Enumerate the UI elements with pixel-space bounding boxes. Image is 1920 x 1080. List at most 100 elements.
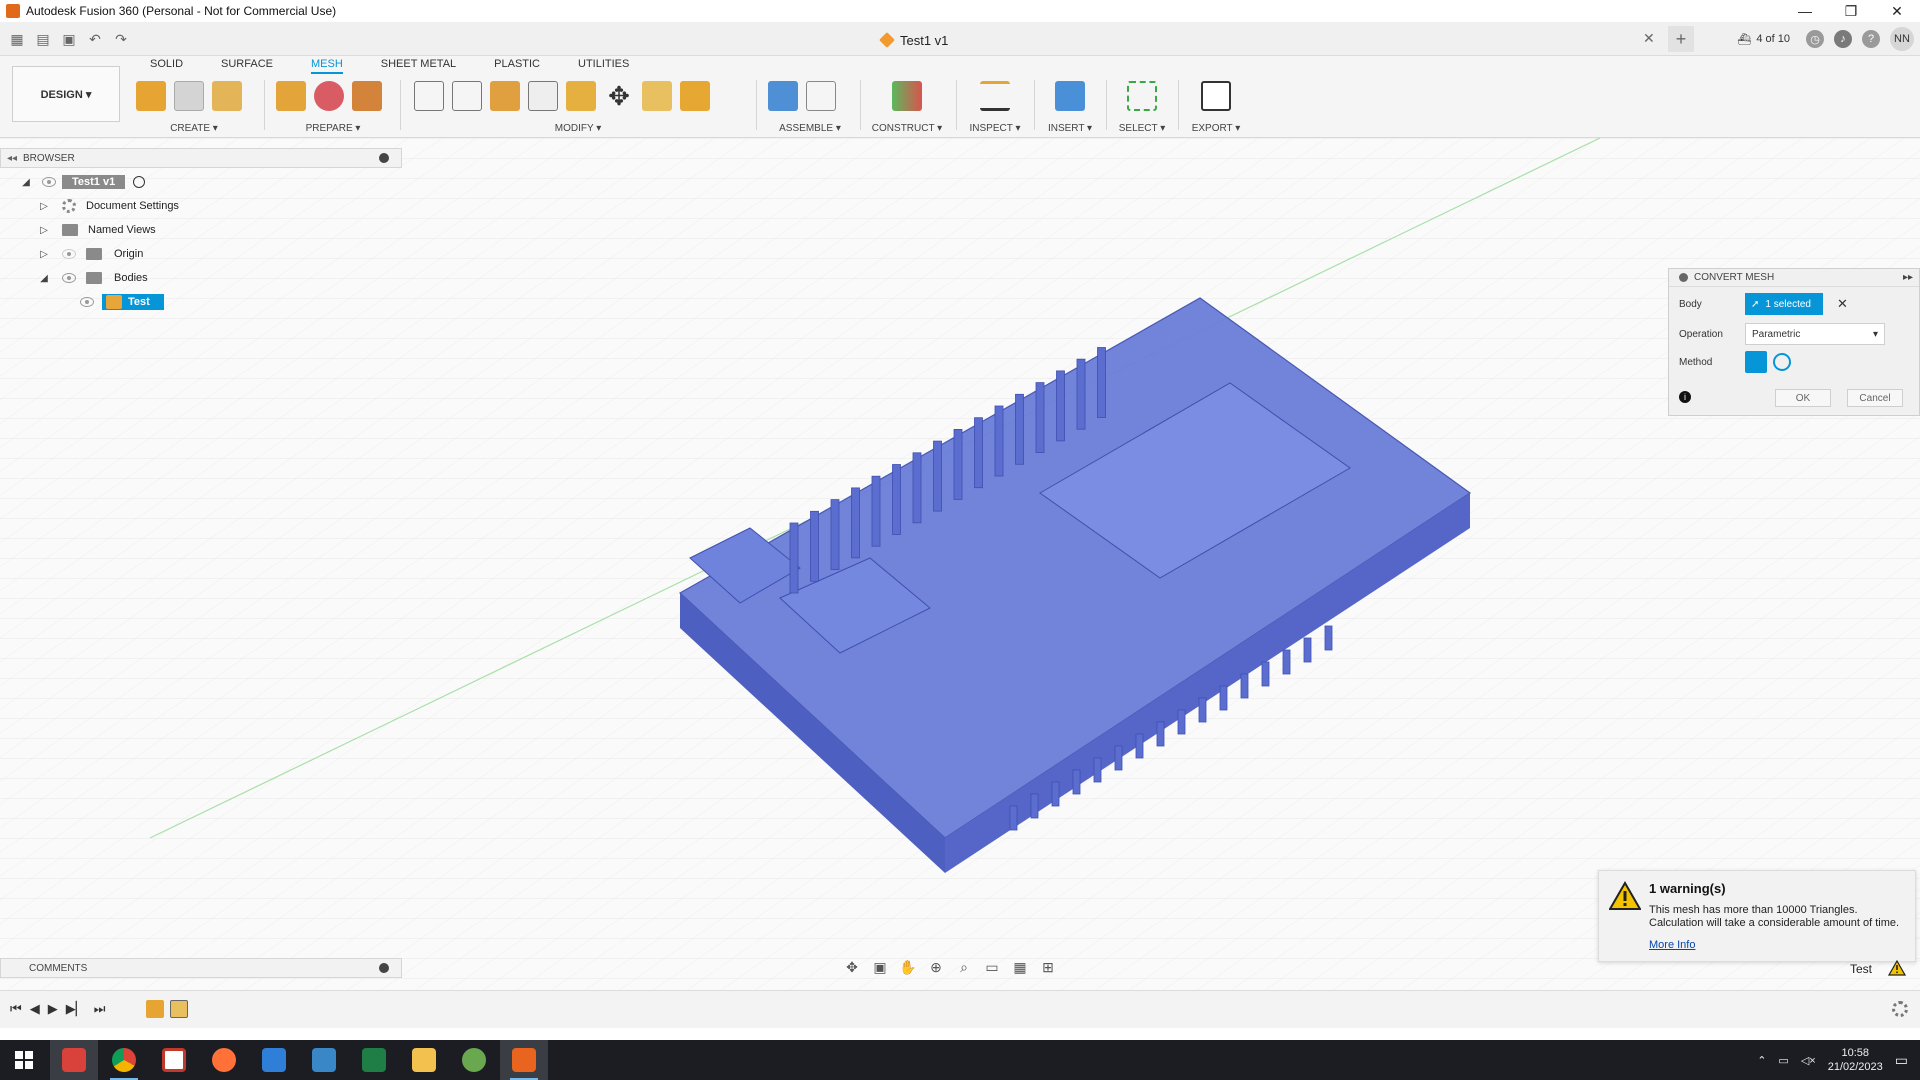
pan-hand-icon[interactable]: ✋ [898, 958, 918, 976]
move-copy-icon[interactable]: ✥ [604, 81, 634, 111]
workspace-switcher-button[interactable]: DESIGN ▾ [12, 66, 120, 122]
tab-sheet-metal[interactable]: SHEET METAL [381, 58, 456, 74]
pin-icon[interactable] [379, 153, 389, 163]
cancel-button[interactable]: Cancel [1847, 389, 1903, 407]
scale-icon[interactable] [642, 81, 672, 111]
help-icon[interactable]: ? [1862, 30, 1880, 48]
tray-chevron-up-icon[interactable]: ⌃ [1757, 1054, 1766, 1067]
clock-icon[interactable]: ◷ [1806, 30, 1824, 48]
expand-triangle-icon[interactable]: ▷ [38, 224, 50, 236]
tree-item-bodies[interactable]: ◢ Bodies [38, 268, 148, 288]
insert-menu[interactable]: INSERT ▾ [1042, 123, 1098, 134]
erase-and-fill-icon[interactable] [452, 81, 482, 111]
taskbar-outlook-icon[interactable] [250, 1040, 298, 1080]
timeline-play-icon[interactable]: ▶ [48, 1001, 58, 1017]
document-tab-close-icon[interactable]: ✕ [1643, 30, 1655, 47]
system-clock[interactable]: 10:58 21/02/2023 [1828, 1046, 1883, 1074]
timeline-first-icon[interactable]: ⏮ [10, 1001, 22, 1017]
tree-item-origin[interactable]: ▷ Origin [38, 244, 143, 264]
tessellate-icon[interactable] [212, 81, 242, 111]
tree-item-document-settings[interactable]: ▷ Document Settings [38, 196, 179, 216]
insert-mesh-icon[interactable] [136, 81, 166, 111]
collapse-triangle-icon[interactable]: ◢ [20, 176, 32, 188]
taskbar-file-explorer-icon[interactable] [400, 1040, 448, 1080]
expand-triangle-icon[interactable]: ▷ [38, 248, 50, 260]
file-menu-icon[interactable]: ▤ [32, 28, 54, 50]
visibility-eye-icon[interactable] [42, 177, 56, 187]
viewports-icon[interactable]: ⊞ [1038, 958, 1058, 976]
inspect-menu[interactable]: INSPECT ▾ [964, 123, 1026, 134]
joint-icon[interactable] [806, 81, 836, 111]
repair-icon[interactable] [276, 81, 306, 111]
prepare-menu[interactable]: PREPARE ▾ [276, 123, 390, 134]
network-icon[interactable]: ▭ [1778, 1054, 1788, 1067]
hidden-eye-icon[interactable] [62, 249, 76, 259]
combine-face-groups-icon[interactable] [352, 81, 382, 111]
tree-item-named-views[interactable]: ▷ Named Views [38, 220, 156, 240]
save-icon[interactable]: ▣ [58, 28, 80, 50]
close-button[interactable]: ✕ [1874, 0, 1920, 22]
shell-icon[interactable] [528, 81, 558, 111]
taskbar-firefox-icon[interactable] [200, 1040, 248, 1080]
grid-settings-icon[interactable]: ▦ [1010, 958, 1030, 976]
taskbar-calculator-icon[interactable] [300, 1040, 348, 1080]
zoom-icon[interactable]: ⊕ [926, 958, 946, 976]
3d-print-icon[interactable] [1201, 81, 1231, 111]
timeline-settings-gear-icon[interactable] [1892, 1001, 1908, 1017]
data-panel-grid-icon[interactable]: ▦ [6, 28, 28, 50]
3d-viewport[interactable]: Z X [0, 138, 1920, 990]
visibility-eye-icon[interactable] [62, 273, 76, 283]
operation-dropdown[interactable]: Parametric ▾ [1745, 323, 1885, 345]
timeline-next-icon[interactable]: ▶▏ [66, 1001, 86, 1017]
timeline-prev-icon[interactable]: ◀ [30, 1001, 40, 1017]
export-menu[interactable]: EXPORT ▾ [1186, 123, 1246, 134]
modify-menu[interactable]: MODIFY ▾ [414, 123, 742, 134]
expand-triangle-icon[interactable]: ▷ [38, 200, 50, 212]
select-window-icon[interactable] [1127, 81, 1157, 111]
display-settings-icon[interactable]: ▭ [982, 958, 1002, 976]
ok-button[interactable]: OK [1775, 389, 1831, 407]
info-icon[interactable]: i [1679, 391, 1691, 403]
plane-cut-icon[interactable] [414, 81, 444, 111]
taskbar-pdf-reader-icon[interactable] [150, 1040, 198, 1080]
offset-plane-icon[interactable] [892, 81, 922, 111]
orbit-icon[interactable]: ✥ [842, 958, 862, 976]
insert-canvas-icon[interactable] [1055, 81, 1085, 111]
add-comment-icon[interactable] [379, 963, 389, 973]
collapse-triangle-icon[interactable]: ◢ [38, 272, 50, 284]
taskbar-excel-icon[interactable] [350, 1040, 398, 1080]
comments-panel-header[interactable]: COMMENTS [0, 958, 402, 978]
method-prismatic-button[interactable] [1773, 353, 1791, 371]
assemble-menu[interactable]: ASSEMBLE ▾ [768, 123, 852, 134]
notifications-bell-icon[interactable]: ♪ [1834, 30, 1852, 48]
undo-icon[interactable]: ↶ [84, 28, 106, 50]
action-center-icon[interactable]: ▭ [1895, 1052, 1908, 1069]
expand-dialog-icon[interactable]: ▸▸ [1903, 272, 1913, 283]
start-windows-icon[interactable] [0, 1040, 48, 1080]
minimize-button[interactable]: — [1782, 0, 1828, 22]
create-form-mesh-icon[interactable] [174, 81, 204, 111]
restore-button[interactable]: ❐ [1828, 0, 1874, 22]
activate-radio-icon[interactable] [133, 176, 146, 188]
body-selection-button[interactable]: ➚ 1 selected [1745, 293, 1823, 315]
more-info-link[interactable]: More Info [1649, 939, 1695, 951]
timeline-mesh-feature-icon[interactable] [146, 1000, 164, 1018]
taskbar-chrome-icon[interactable] [100, 1040, 148, 1080]
measure-icon[interactable] [980, 81, 1010, 111]
look-at-icon[interactable]: ▣ [870, 958, 890, 976]
status-warning-icon[interactable] [1888, 960, 1906, 976]
job-status[interactable]: ⛴ 4 of 10 [1737, 33, 1790, 46]
redo-icon[interactable]: ↷ [110, 28, 132, 50]
visibility-eye-icon[interactable] [80, 297, 94, 307]
construct-menu[interactable]: CONSTRUCT ▾ [868, 123, 946, 134]
smooth-icon[interactable] [490, 81, 520, 111]
timeline-convert-feature-icon[interactable] [170, 1000, 188, 1018]
document-tab[interactable]: Test1 v1 [879, 28, 948, 52]
tab-utilities[interactable]: UTILITIES [578, 58, 629, 74]
taskbar-fusion360-icon[interactable] [500, 1040, 548, 1080]
create-menu[interactable]: CREATE ▾ [136, 123, 252, 134]
timeline-last-icon[interactable]: ⏭ [94, 1001, 106, 1017]
tab-surface[interactable]: SURFACE [221, 58, 273, 74]
fit-zoom-icon[interactable]: ⌕ [954, 958, 974, 976]
taskbar-utorrent-icon[interactable] [450, 1040, 498, 1080]
